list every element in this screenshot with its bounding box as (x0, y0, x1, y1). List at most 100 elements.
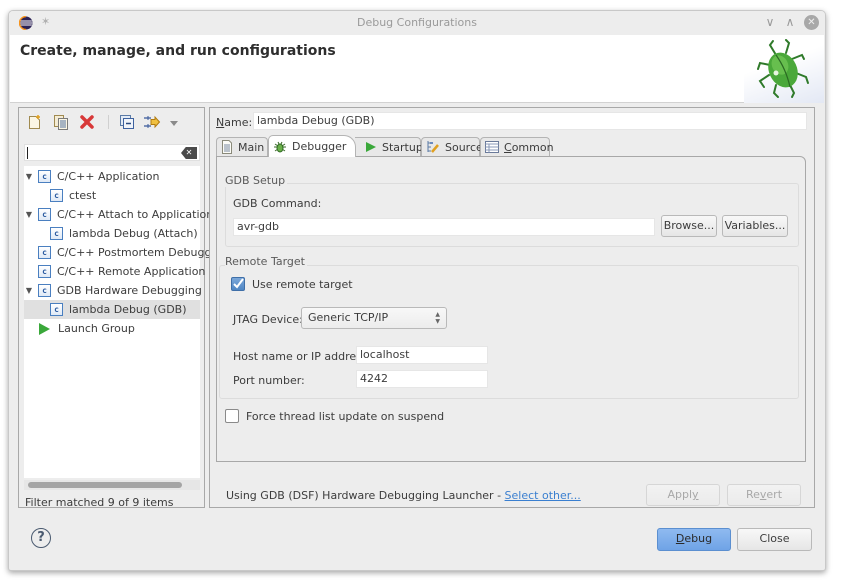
tree-item-label: C/C++ Attach to Application (57, 208, 214, 221)
checkmark-icon (233, 278, 244, 289)
new-document-icon (29, 115, 40, 129)
apply-button[interactable]: Apply (646, 484, 720, 506)
tree-item-label: lambda Debug (Attach) (69, 227, 198, 240)
dropdown-arrow-icon (170, 121, 178, 126)
configuration-name-input[interactable]: lambda Debug (GDB) (253, 112, 807, 130)
spinner-arrows-icon: ▲ ▼ (435, 311, 440, 325)
title-bar: ✶ Debug Configurations ∨ ∧ ✕ (9, 11, 825, 35)
tree-item-gdb-hardware[interactable]: ▼ c GDB Hardware Debugging (24, 281, 202, 300)
select-other-link[interactable]: Select other... (505, 489, 581, 502)
tree-item-label: C/C++ Application (57, 170, 160, 183)
tree-item-cpp-application[interactable]: ▼ c C/C++ Application (24, 167, 200, 186)
header-title: Create, manage, and run configurations (20, 43, 336, 59)
host-input[interactable]: localhost (356, 346, 488, 364)
bug-icon (757, 39, 809, 98)
collapse-all-icon (120, 115, 134, 129)
force-thread-update-checkbox[interactable] (225, 409, 239, 423)
config-toolbar (19, 108, 204, 134)
document-icon (222, 140, 232, 154)
tree-item-launch-group[interactable]: Launch Group (24, 319, 200, 338)
configuration-editor-panel: Name: lambda Debug (GDB) Main Debugger S… (209, 107, 815, 508)
debugger-tab-content: GDB Setup GDB Command: avr-gdb Browse...… (216, 156, 806, 462)
tree-item-label: ctest (69, 189, 97, 202)
launcher-info: Using GDB (DSF) Hardware Debugging Launc… (226, 489, 581, 502)
tree-item-cpp-remote[interactable]: c C/C++ Remote Application (24, 262, 205, 281)
source-icon (427, 141, 439, 153)
filter-input[interactable]: ✕ (24, 144, 200, 161)
name-label: Name: (216, 116, 253, 129)
c-icon: c (38, 170, 51, 183)
duplicate-button[interactable] (53, 114, 69, 130)
tree-item-label: GDB Hardware Debugging (57, 284, 202, 297)
revert-button[interactable]: Revert (727, 484, 801, 506)
use-remote-target-checkbox[interactable] (231, 277, 245, 291)
view-menu-button[interactable] (169, 118, 179, 126)
c-icon: c (38, 284, 51, 297)
collapse-all-button[interactable] (119, 114, 135, 130)
banner (744, 35, 824, 103)
delete-icon (80, 115, 94, 129)
gdb-command-label: GDB Command: (233, 197, 322, 210)
filter-status: Filter matched 9 of 9 items (25, 496, 174, 509)
c-icon: c (50, 303, 63, 316)
bug-icon (274, 141, 286, 152)
c-icon: c (38, 246, 51, 259)
debug-button[interactable]: Debug (657, 528, 731, 551)
tab-debugger[interactable]: Debugger (268, 135, 356, 157)
table-icon (485, 141, 499, 153)
c-icon: c (50, 189, 63, 202)
gdb-setup-label: GDB Setup (225, 174, 288, 187)
use-remote-target-label: Use remote target (252, 278, 353, 291)
clear-filter-icon[interactable]: ✕ (181, 147, 197, 159)
configuration-tree: ▼ c C/C++ Application c ctest ▼ c C/C++ … (24, 166, 223, 478)
tab-main[interactable]: Main (216, 137, 268, 156)
new-configuration-button[interactable] (27, 114, 43, 130)
c-icon: c (50, 227, 63, 240)
dialog-header: Create, manage, and run configurations (10, 35, 824, 103)
tab-source[interactable]: Source (421, 137, 483, 156)
variables-button[interactable]: Variables... (722, 215, 788, 237)
duplicate-icon (54, 115, 68, 130)
play-icon (39, 322, 50, 335)
tree-item-cpp-postmortem[interactable]: c C/C++ Postmortem Debugger (24, 243, 223, 262)
port-input[interactable]: 4242 (356, 370, 488, 388)
gdb-command-input[interactable]: avr-gdb (233, 218, 655, 236)
tab-common[interactable]: Common (480, 137, 554, 156)
text-cursor (27, 147, 28, 159)
tree-item-ctest[interactable]: c ctest (24, 186, 200, 205)
tree-item-label: C/C++ Postmortem Debugger (57, 246, 223, 259)
c-icon: c (38, 208, 51, 221)
jtag-device-select[interactable]: Generic TCP/IP ▲ ▼ (301, 307, 447, 329)
play-icon (366, 142, 376, 152)
remote-target-label: Remote Target (225, 255, 307, 268)
close-window-button[interactable]: ✕ (804, 15, 819, 30)
tree-item-label: lambda Debug (GDB) (69, 303, 187, 316)
tree-item-cpp-attach[interactable]: ▼ c C/C++ Attach to Application (24, 205, 213, 224)
host-label: Host name or IP address: (233, 350, 372, 363)
expand-arrow-icon[interactable]: ▼ (24, 172, 34, 181)
tree-item-label: Launch Group (58, 322, 135, 335)
tree-item-lambda-attach[interactable]: c lambda Debug (Attach) (24, 224, 200, 243)
scrollbar-thumb[interactable] (28, 482, 182, 488)
tab-startup[interactable]: Startup (355, 137, 423, 156)
port-label: Port number: (233, 374, 305, 387)
force-thread-update-label: Force thread list update on suspend (246, 410, 445, 423)
expand-arrow-icon[interactable]: ▼ (24, 210, 34, 219)
close-button[interactable]: Close (737, 528, 812, 551)
filter-icon (144, 115, 161, 129)
c-icon: c (38, 265, 51, 278)
delete-button[interactable] (79, 114, 95, 130)
jtag-device-label: JTAG Device: (233, 313, 303, 326)
tree-item-lambda-gdb[interactable]: c lambda Debug (GDB) (24, 300, 200, 319)
tree-item-label: C/C++ Remote Application (57, 265, 206, 278)
toolbar-separator (108, 115, 109, 129)
window-title: Debug Configurations (356, 16, 477, 29)
expand-arrow-icon[interactable]: ▼ (24, 286, 34, 295)
browse-button[interactable]: Browse... (661, 215, 717, 237)
minimize-button[interactable]: ∨ (763, 15, 777, 29)
maximize-button[interactable]: ∧ (783, 15, 797, 29)
filter-button[interactable] (143, 114, 161, 130)
help-icon[interactable]: ? (31, 528, 51, 548)
debug-configurations-dialog: ✶ Debug Configurations ∨ ∧ ✕ Create, man… (8, 10, 826, 571)
horizontal-scrollbar[interactable] (24, 480, 200, 490)
